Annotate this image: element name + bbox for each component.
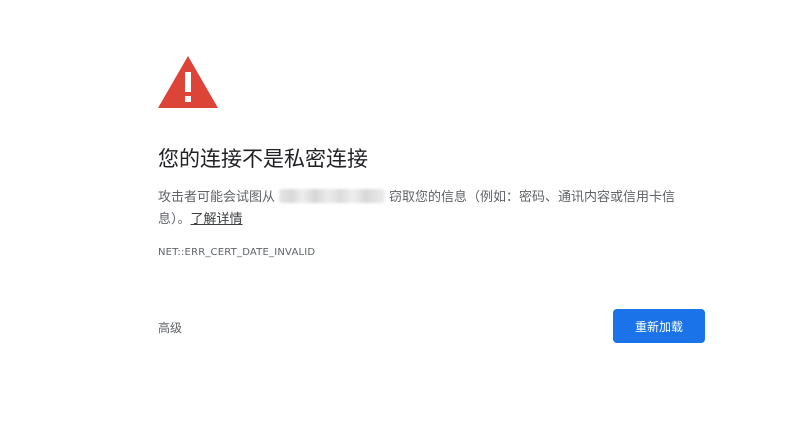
interstitial-page: 您的连接不是私密连接 攻击者可能会试图从 窃取您的信息（例如：密码、通讯内容或信用… (0, 0, 800, 421)
advanced-button[interactable]: 高级 (152, 314, 188, 340)
explanation-text: 攻击者可能会试图从 窃取您的信息（例如：密码、通讯内容或信用卡信息）。了解详情 (158, 187, 698, 231)
page-title: 您的连接不是私密连接 (158, 147, 368, 171)
warning-triangle-icon (158, 56, 218, 108)
explanation-prefix: 攻击者可能会试图从 (158, 190, 276, 205)
reload-button[interactable]: 重新加载 (613, 309, 705, 343)
redacted-hostname (279, 189, 386, 203)
learn-more-link[interactable]: 了解详情 (191, 212, 243, 227)
error-code: NET::ERR_CERT_DATE_INVALID (158, 247, 316, 258)
